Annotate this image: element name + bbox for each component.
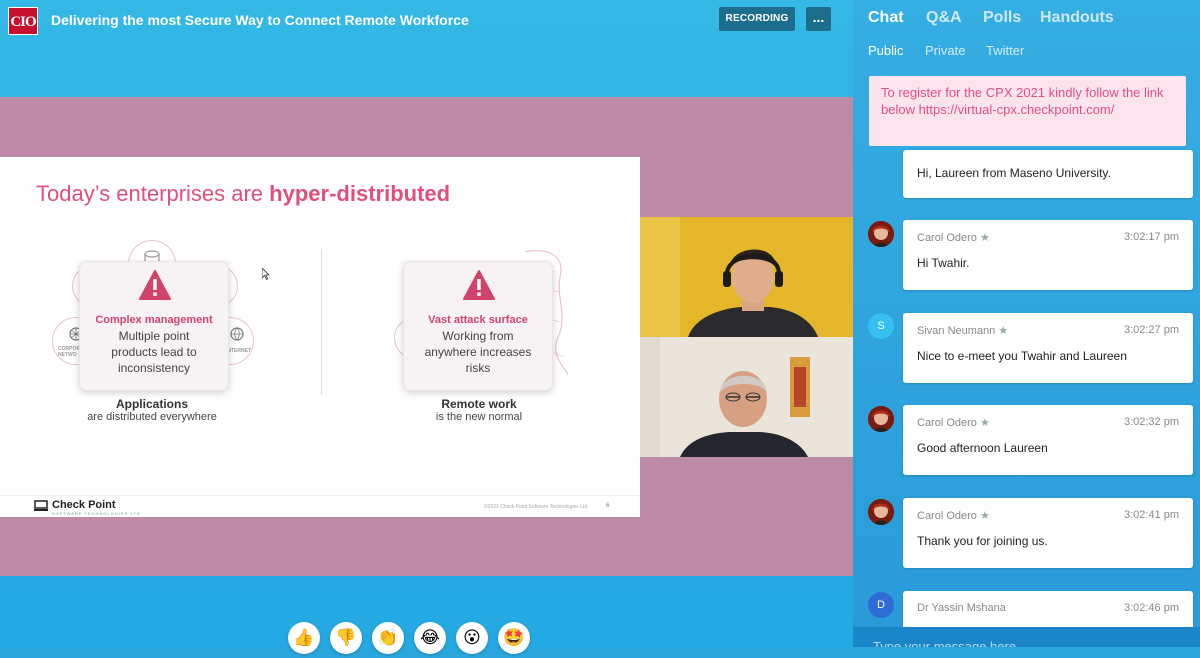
subtab-public[interactable]: Public [868,43,903,58]
caption-applications: Applications are distributed everywhere [87,397,217,423]
complex-management-card: Complex management Multiple point produc… [79,261,229,391]
mouse-cursor-icon [262,268,270,280]
ellipsis-icon: ... [812,9,825,25]
warning-triangle-icon [463,270,495,300]
subtab-private[interactable]: Private [925,43,965,58]
message-author: Carol Odero ★ [917,510,990,522]
attack-surface-card: Vast attack surface Working from anywher… [403,261,553,391]
slide-footer-line [0,495,640,496]
laugh-reaction[interactable]: 😂 [414,622,446,654]
tab-handouts[interactable]: Handouts [1040,9,1114,27]
recording-button[interactable]: RECORDING [719,7,795,31]
tab-chat[interactable]: Chat [868,9,904,27]
card-body: Multiple point products lead to inconsis… [111,329,197,375]
speaker-2-video-frame [640,337,853,457]
slide-page-number: 6 [606,503,610,509]
message-text: Nice to e-meet you Twahir and Laureen [917,349,1127,363]
presentation-stage: CIO Delivering the most Secure Way to Co… [0,0,853,654]
chat-message-input[interactable] [873,639,1173,647]
pinned-notice: To register for the CPX 2021 kindly foll… [869,76,1186,146]
star-icon: ★ [979,510,990,522]
warning-triangle-icon [139,270,171,300]
avatar [868,221,894,247]
chat-message: Sivan Neumann ★ 3:02:27 pm Nice to e-mee… [903,313,1193,383]
avatar [868,499,894,525]
message-text: Thank you for joining us. [917,534,1048,548]
avatar [868,406,894,432]
check-point-logo-subtitle: SOFTWARE TECHNOLOGIES LTD [52,511,141,516]
check-point-logo: Check Point [52,499,116,511]
chat-message: Carol Odero ★ 3:02:32 pm Good afternoon … [903,405,1193,475]
speaker-1-video-frame [640,217,853,337]
avatar: D [868,592,894,618]
message-text: Hi Twahir. [917,256,970,270]
ghost-label-internet: INTERNET [226,348,251,354]
avatar: S [868,313,894,339]
chat-message: Hi, Laureen from Maseno University. [903,150,1193,198]
message-author: Sivan Neumann ★ [917,325,1009,337]
card-body: Working from anywhere increases risks [424,329,532,375]
slide-copyright: ©2021 Check Point Software Technologies … [484,504,589,510]
star-icon: ★ [998,325,1009,337]
message-time: 3:02:17 pm [1123,231,1179,243]
message-author: Dr Yassin Mshana [917,602,1006,614]
slide-title: Today’s enterprises are hyper-distribute… [36,181,451,206]
surprised-reaction[interactable]: 😮 [456,622,488,654]
caption-remote-work: Remote work is the new normal [435,397,523,423]
event-title: Delivering the most Secure Way to Connec… [51,12,469,28]
message-composer [853,627,1200,647]
message-author: Carol Odero ★ [917,232,990,244]
cio-logo: CIO [8,7,38,35]
slide-divider [321,249,322,395]
thumbs-down-reaction[interactable]: 👎 [330,622,362,654]
top-bar: CIO Delivering the most Secure Way to Co… [0,0,853,40]
tab-polls[interactable]: Polls [983,9,1021,27]
message-time: 3:02:41 pm [1123,509,1179,521]
subtab-twitter[interactable]: Twitter [986,43,1024,58]
more-options-button[interactable]: ... [806,7,831,31]
chat-panel: Chat Q&A Polls Handouts Public Private T… [853,0,1200,647]
thumbs-up-reaction[interactable]: 👍 [288,622,320,654]
message-time: 3:02:27 pm [1123,324,1179,336]
chat-message: Carol Odero ★ 3:02:17 pm Hi Twahir. [903,220,1193,290]
message-text: Hi, Laureen from Maseno University. [917,166,1111,180]
message-time: 3:02:32 pm [1123,416,1179,428]
star-struck-reaction[interactable]: 🤩 [498,622,530,654]
clap-reaction[interactable]: 👏 [372,622,404,654]
star-icon: ★ [979,417,990,429]
tab-qa[interactable]: Q&A [926,9,962,27]
card-heading: Vast attack surface [428,314,528,326]
chat-message: Carol Odero ★ 3:02:41 pm Thank you for j… [903,498,1193,568]
star-icon: ★ [979,232,990,244]
speaker-video-2 [640,337,853,457]
message-author: Carol Odero ★ [917,417,990,429]
message-text: Good afternoon Laureen [917,441,1048,455]
presentation-slide: Today’s enterprises are hyper-distribute… [0,157,640,517]
message-time: 3:02:46 pm [1123,602,1179,614]
speaker-video-1 [640,217,853,337]
check-point-logo-icon [34,500,48,511]
card-heading: Complex management [95,314,213,326]
